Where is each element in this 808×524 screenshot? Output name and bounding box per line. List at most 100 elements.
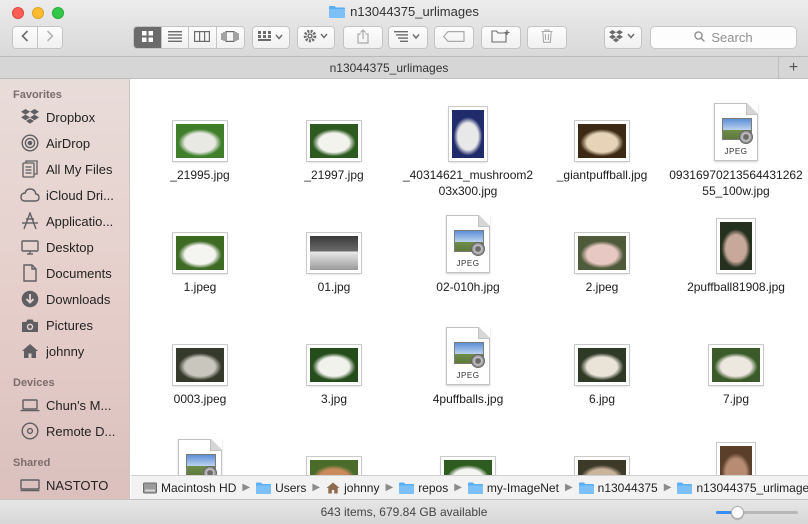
icon-view-button[interactable] — [134, 27, 162, 48]
sidebar-item-remote-disc[interactable]: Remote D... — [0, 419, 130, 443]
sidebar-item-icloud-drive[interactable]: iCloud Dri... — [0, 183, 130, 207]
laptop-icon — [20, 396, 40, 414]
sidebar-item-pictures[interactable]: Pictures — [0, 313, 130, 337]
chevron-left-icon — [21, 30, 29, 45]
sidebar-header-devices: Devices — [13, 377, 55, 389]
file-item[interactable]: _40314621_mushroom203x300.jpg — [401, 89, 535, 199]
view-mode-segment — [133, 26, 245, 49]
sidebar-item-home[interactable]: johnny — [0, 339, 130, 363]
file-thumbnail-area: JPEG — [669, 89, 803, 161]
file-item[interactable]: JPEG — [133, 425, 267, 475]
file-item[interactable]: 3.jpg — [267, 313, 401, 407]
share-icon — [357, 28, 369, 47]
sidebar-item-label: Dropbox — [46, 109, 96, 125]
sidebar-item-documents[interactable]: Documents — [0, 261, 130, 285]
path-crumb-my-imagenet[interactable]: my-ImageNet — [467, 481, 559, 495]
file-item[interactable]: 01.jpg — [267, 201, 401, 295]
arrange-button[interactable] — [388, 26, 428, 49]
column-view-button[interactable] — [189, 27, 217, 48]
dropbox-menu-button[interactable] — [604, 26, 642, 49]
sidebar-item-desktop[interactable]: Desktop — [0, 235, 130, 259]
file-item[interactable]: JPEG 02-010h.jpg — [401, 201, 535, 295]
path-crumb-johnny[interactable]: johnny — [326, 481, 379, 495]
file-name: _40314621_mushroom203x300.jpg — [402, 168, 534, 198]
grid-dropdown-icon — [258, 30, 284, 45]
file-item[interactable]: 6.jpg — [535, 313, 669, 407]
file-item[interactable] — [267, 425, 401, 475]
sidebar-item-airdrop[interactable]: AirDrop — [0, 131, 130, 155]
search-placeholder: Search — [711, 30, 753, 45]
trash-button[interactable] — [527, 26, 567, 49]
sidebar-item-label: Remote D... — [46, 423, 116, 439]
slider-knob[interactable] — [730, 506, 744, 519]
path-crumb-users[interactable]: Users — [256, 481, 306, 495]
sidebar-item-label: Downloads — [46, 291, 111, 307]
edit-tags-button[interactable] — [434, 26, 474, 49]
path-crumb-n13044375-urlimages[interactable]: n13044375_urlimages — [677, 481, 808, 495]
file-name: _21995.jpg — [170, 168, 230, 182]
file-item[interactable] — [535, 425, 669, 475]
file-thumbnail-area — [669, 201, 803, 273]
sidebar-item-downloads[interactable]: Downloads — [0, 287, 130, 311]
sidebar-item-computer[interactable]: Chun's M... — [0, 393, 130, 417]
file-item[interactable] — [669, 425, 803, 475]
path-crumb-repos[interactable]: repos — [399, 481, 448, 495]
file-item[interactable] — [401, 425, 535, 475]
sidebar-item-applications[interactable]: Applicatio... — [0, 209, 130, 233]
folder-icon — [578, 482, 594, 494]
path-crumb-macintosh-hd[interactable]: Macintosh HD — [143, 481, 236, 495]
file-item[interactable]: 0003.jpeg — [133, 313, 267, 407]
list-view-button[interactable] — [161, 27, 189, 48]
file-item[interactable]: 1.jpeg — [133, 201, 267, 295]
folder-icon — [467, 482, 483, 494]
file-thumbnail-area — [669, 313, 803, 385]
file-item[interactable]: JPEG 0931697021356443126255_100w.jpg — [669, 89, 803, 199]
cover-flow-button[interactable] — [216, 27, 244, 48]
sidebar: Favorites Dropbox AirDrop All My Files i… — [0, 79, 130, 499]
file-name: 01.jpg — [317, 280, 351, 294]
back-button[interactable] — [13, 27, 38, 48]
image-thumbnail — [709, 345, 763, 385]
file-thumbnail-area — [401, 89, 535, 161]
trash-icon — [541, 29, 553, 46]
file-item[interactable]: _21995.jpg — [133, 89, 267, 183]
path-crumb-n13044375[interactable]: n13044375 — [578, 481, 658, 495]
sidebar-item-label: Pictures — [46, 317, 93, 333]
chevron-right-icon: ▶ — [454, 482, 462, 493]
file-name: 7.jpg — [722, 392, 750, 406]
folder-icon — [256, 482, 272, 494]
tab-current[interactable]: n13044375_urlimages — [0, 61, 778, 75]
file-name: 4puffballs.jpg — [432, 392, 504, 406]
nav-buttons — [12, 26, 63, 49]
action-menu-button[interactable] — [297, 26, 335, 49]
file-thumbnail-area — [133, 201, 267, 273]
chevron-right-icon — [46, 30, 54, 45]
sidebar-header-shared: Shared — [13, 457, 51, 469]
sidebar-item-dropbox[interactable]: Dropbox — [0, 105, 130, 129]
file-name: _giantpuffball.jpg — [556, 168, 648, 182]
sidebar-item-nastoto[interactable]: NASTOTO — [0, 473, 130, 497]
search-field[interactable]: Search — [650, 26, 797, 49]
file-thumbnail-area — [267, 425, 401, 475]
icon-size-slider[interactable] — [716, 506, 798, 519]
image-thumbnail — [441, 457, 495, 475]
file-item[interactable]: 2.jpeg — [535, 201, 669, 295]
new-folder-button[interactable] — [481, 26, 521, 49]
group-by-button[interactable] — [252, 26, 290, 49]
sidebar-item-label: Desktop — [46, 239, 94, 255]
file-name: 02-010h.jpg — [436, 280, 500, 294]
file-thumbnail-area — [401, 425, 535, 475]
file-item[interactable]: JPEG 4puffballs.jpg — [401, 313, 535, 407]
file-item[interactable]: 2puffball81908.jpg — [669, 201, 803, 295]
sidebar-item-all-my-files[interactable]: All My Files — [0, 157, 130, 181]
image-thumbnail — [307, 457, 361, 475]
new-tab-button[interactable]: + — [778, 57, 808, 78]
file-item[interactable]: _giantpuffball.jpg — [535, 89, 669, 183]
file-item[interactable]: _21997.jpg — [267, 89, 401, 183]
file-item[interactable]: 7.jpg — [669, 313, 803, 407]
image-thumbnail — [173, 233, 227, 273]
forward-button[interactable] — [37, 27, 62, 48]
chevron-right-icon: ▶ — [564, 482, 573, 493]
documents-icon — [20, 264, 40, 282]
share-button[interactable] — [343, 26, 383, 49]
